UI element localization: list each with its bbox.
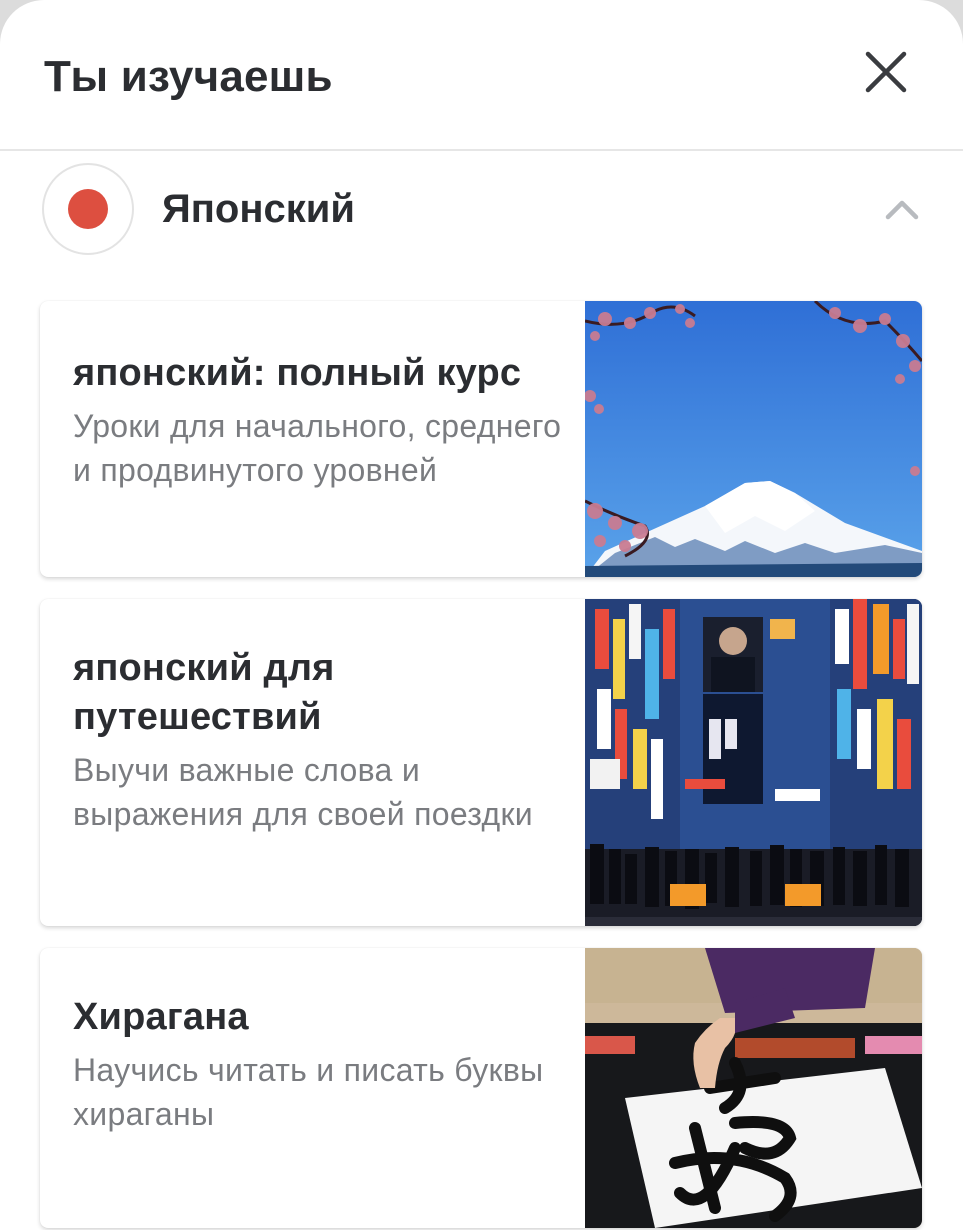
page-title: Ты изучаешь: [44, 52, 333, 101]
course-card-travel[interactable]: японский для путешествий Выучи важные сл…: [40, 599, 922, 926]
flag-red-circle: [68, 189, 108, 229]
course-description: Научись читать и писать буквы хираганы: [73, 1052, 544, 1132]
course-description: Выучи важные слова и выражения для своей…: [73, 752, 533, 832]
calligraphy-photo: [585, 948, 922, 1228]
course-card-text: Хирагана Научись читать и писать буквы х…: [73, 993, 573, 1136]
chevron-up-icon[interactable]: [880, 193, 924, 223]
sheet-header: Ты изучаешь: [0, 0, 963, 150]
language-name: Японский: [162, 187, 355, 231]
course-description: Уроки для начального, среднего и продвин…: [73, 408, 562, 488]
course-picker-sheet: Ты изучаешь Японский японский: полный ку…: [0, 0, 963, 1230]
course-card-hiragana[interactable]: Хирагана Научись читать и писать буквы х…: [40, 948, 922, 1228]
course-card-text: японский: полный курс Уроки для начально…: [73, 349, 573, 492]
course-title: японский: полный курс: [73, 352, 522, 394]
language-selector-row[interactable]: Японский: [0, 160, 963, 260]
close-icon: [865, 51, 907, 93]
course-card-text: японский для путешествий Выучи важные сл…: [73, 644, 573, 836]
course-title: Хирагана: [73, 996, 249, 1038]
header-divider: [0, 149, 963, 151]
japan-flag-icon: [42, 163, 134, 255]
mount-fuji-photo: [585, 301, 922, 577]
course-title: японский для путешествий: [73, 647, 335, 738]
close-button[interactable]: [856, 42, 916, 102]
tokyo-street-night-photo: [585, 599, 922, 926]
course-card-full[interactable]: японский: полный курс Уроки для начально…: [40, 301, 922, 577]
